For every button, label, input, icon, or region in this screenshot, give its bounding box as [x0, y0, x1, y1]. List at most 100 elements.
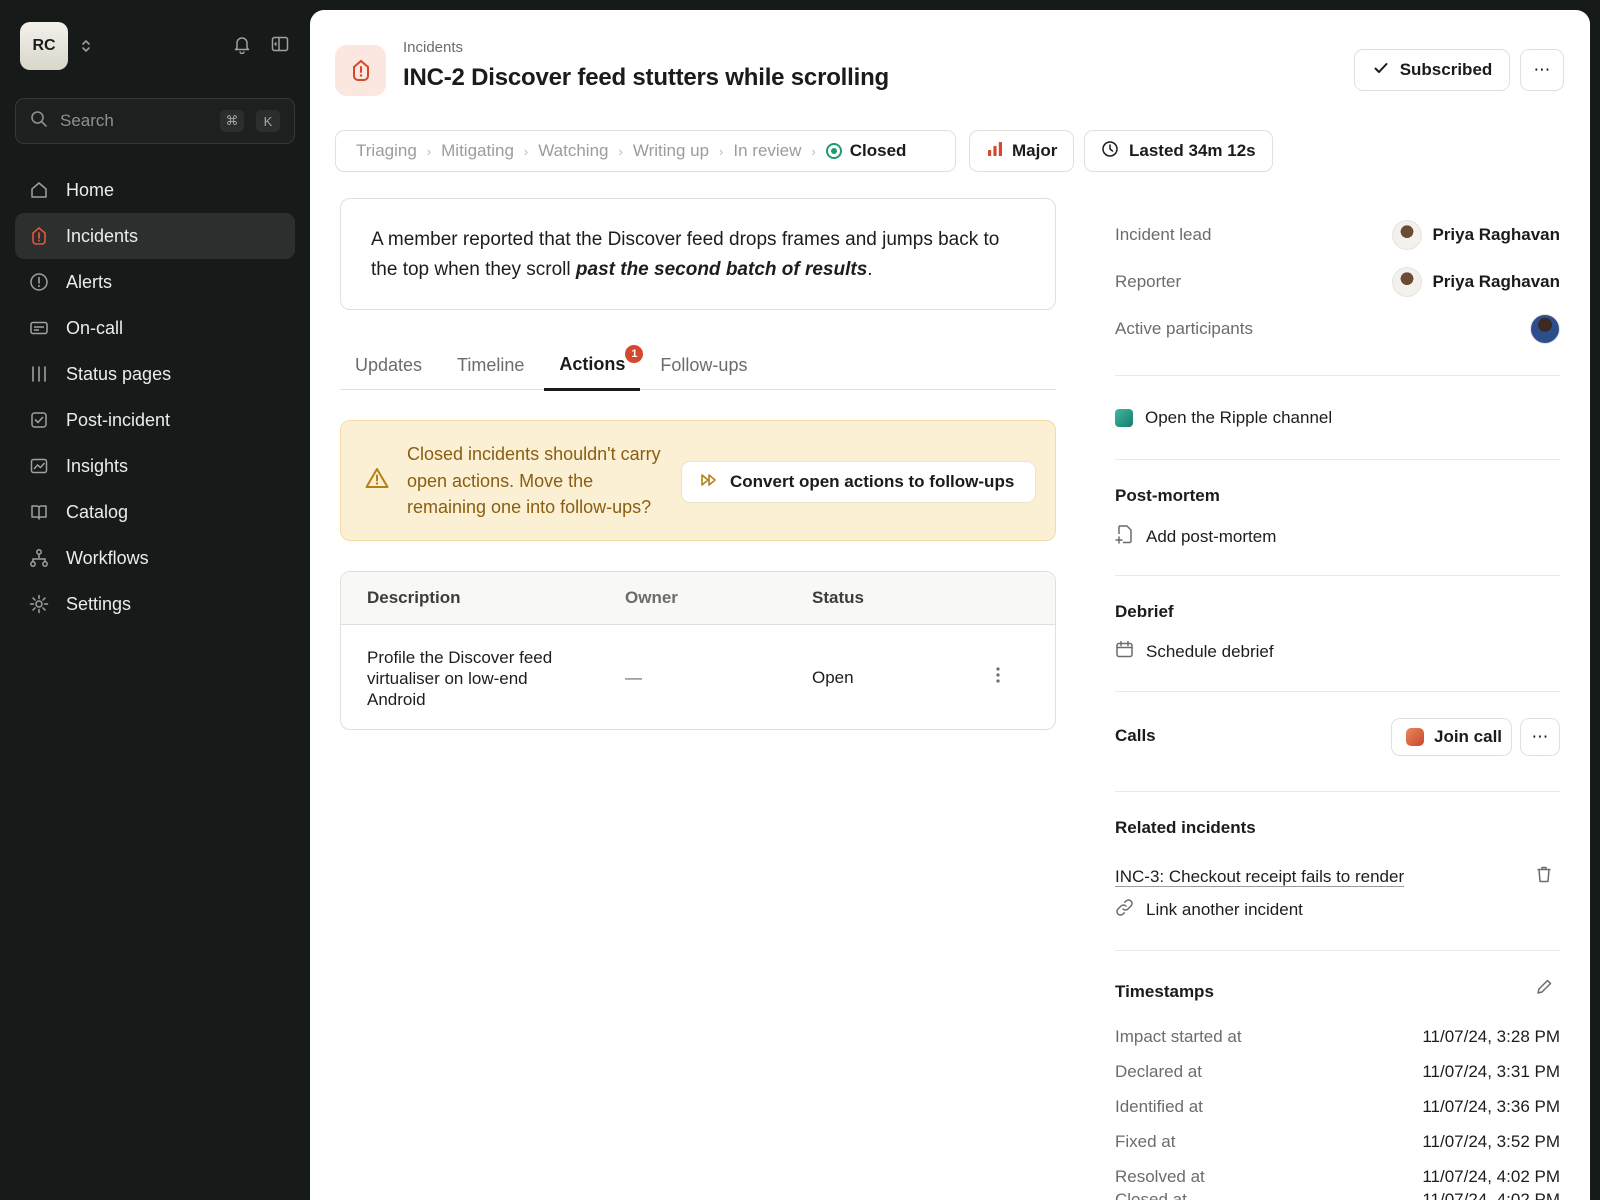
sidebar-item-workflows[interactable]: Workflows [15, 535, 295, 581]
link-label: Open the Ripple channel [1145, 408, 1333, 427]
trash-icon[interactable] [1535, 865, 1553, 889]
avatar [1530, 314, 1560, 344]
incident-icon [28, 225, 50, 247]
more-icon: ⋯ [1533, 60, 1551, 79]
related-incident-link[interactable]: INC-3: Checkout receipt fails to render [1115, 867, 1404, 887]
subscribed-button[interactable]: Subscribed [1354, 49, 1510, 91]
timestamp-label: Resolved at [1115, 1167, 1205, 1186]
search-input[interactable]: Search ⌘ K [15, 98, 295, 144]
more-options-button[interactable]: ⋯ [1520, 49, 1564, 91]
status-step-label: Triaging [356, 141, 417, 160]
incident-lead-value[interactable]: Priya Raghavan [1392, 220, 1560, 250]
divider [1115, 950, 1560, 951]
pencil-icon[interactable] [1535, 978, 1553, 1001]
warning-icon [365, 467, 389, 494]
timestamp-value: 11/07/24, 4:02 PM [1422, 1190, 1560, 1200]
org-avatar[interactable]: RC [20, 22, 68, 70]
timestamp-label: Impact started at [1115, 1027, 1242, 1046]
tab-follow-ups[interactable]: Follow-ups [645, 340, 762, 390]
row-menu-icon[interactable] [995, 665, 1001, 690]
sidebar-item-label: Home [66, 179, 115, 200]
tab-updates[interactable]: Updates [340, 340, 437, 390]
checkbox-icon [28, 409, 50, 431]
status-step-watching[interactable]: Watching › [538, 141, 633, 161]
status-step-mitigating[interactable]: Mitigating › [441, 141, 538, 161]
status-step-triaging[interactable]: Triaging › [356, 141, 441, 161]
sidebar-item-post-incident[interactable]: Post-incident [15, 397, 295, 443]
chevron-right-icon: › [618, 143, 623, 159]
sidebar-item-alerts[interactable]: Alerts [15, 259, 295, 305]
sidebar-item-label: On-call [66, 317, 124, 338]
timestamp-row[interactable]: Declared at 11/07/24, 3:31 PM [1115, 1062, 1560, 1082]
severity-button[interactable]: Major [969, 130, 1075, 172]
status-bars-icon [28, 363, 50, 385]
sidebar-item-home[interactable]: Home [15, 167, 295, 213]
shortcut-key-cmd: ⌘ [220, 110, 244, 132]
status-closed-icon [825, 143, 842, 159]
duration-button[interactable]: Lasted 34m 12s [1084, 130, 1273, 172]
reporter-value[interactable]: Priya Raghavan [1392, 267, 1560, 297]
calls-more-button[interactable]: ⋯ [1520, 718, 1560, 756]
sidebar-item-insights[interactable]: Insights [15, 443, 295, 489]
subscribed-label: Subscribed [1399, 60, 1493, 79]
timestamp-row[interactable]: Resolved at 11/07/24, 4:02 PM [1115, 1167, 1560, 1187]
schedule-debrief-button[interactable]: Schedule debrief [1115, 640, 1274, 664]
sidebar-item-settings[interactable]: Settings [15, 581, 295, 627]
participants-value[interactable] [1530, 314, 1560, 344]
breadcrumb[interactable]: Incidents [403, 39, 463, 56]
convert-label: Convert open actions to follow-ups [730, 472, 1015, 491]
tab-actions[interactable]: Actions 1 [544, 340, 644, 391]
calls-heading: Calls [1115, 726, 1156, 745]
sidebar-item-label: Alerts [66, 271, 113, 292]
incident-summary[interactable]: A member reported that the Discover feed… [340, 198, 1056, 310]
timestamp-row[interactable]: Impact started at 11/07/24, 3:28 PM [1115, 1027, 1560, 1047]
status-step-closed[interactable]: Closed [825, 141, 906, 161]
sidebar-item-label: Insights [66, 455, 129, 476]
action-owner[interactable]: — [625, 668, 642, 688]
gear-icon [28, 593, 50, 615]
reporter-row: Reporter Priya Raghavan [1115, 265, 1560, 299]
chart-icon [28, 455, 50, 477]
actions-table: Description Owner Status Profile the Dis… [340, 571, 1056, 730]
collapse-sidebar-icon[interactable] [270, 34, 290, 59]
sidebar-item-catalog[interactable]: Catalog [15, 489, 295, 535]
timestamp-row[interactable]: Fixed at 11/07/24, 3:52 PM [1115, 1132, 1560, 1152]
timestamp-row[interactable]: Closed at 11/07/24, 4:02 PM [1115, 1190, 1560, 1200]
timestamp-label: Closed at [1115, 1190, 1187, 1200]
link-label: Add post-mortem [1146, 526, 1277, 546]
column-header-owner: Owner [625, 588, 678, 607]
org-switcher-icon[interactable] [80, 38, 92, 54]
main-panel: Incidents INC-2 Discover feed stutters w… [310, 10, 1590, 1200]
sidebar-item-label: Post-incident [66, 409, 171, 430]
sidebar-item-status-pages[interactable]: Status pages [15, 351, 295, 397]
convert-to-follow-ups-button[interactable]: Convert open actions to follow-ups [681, 461, 1036, 503]
sidebar-item-incidents[interactable]: Incidents [15, 213, 295, 259]
bell-icon[interactable] [232, 34, 252, 59]
participants-row: Active participants [1115, 312, 1560, 346]
status-step-label: In review [733, 141, 802, 160]
status-step-writing-up[interactable]: Writing up › [633, 141, 734, 161]
avatar [1392, 220, 1423, 250]
tab-label: Follow-ups [660, 354, 748, 375]
join-call-button[interactable]: Join call [1391, 718, 1512, 756]
sidebar-nav: Home Incidents Alerts On-call Status pag… [15, 167, 295, 627]
timestamp-value: 11/07/24, 3:36 PM [1422, 1097, 1560, 1116]
timestamp-row[interactable]: Identified at 11/07/24, 3:36 PM [1115, 1097, 1560, 1117]
sidebar-item-label: Incidents [66, 225, 139, 246]
link-label: Schedule debrief [1146, 642, 1274, 661]
action-status[interactable]: Open [812, 668, 854, 688]
severity-label: Major [1012, 141, 1058, 160]
divider [1115, 791, 1560, 792]
open-channel-link[interactable]: Open the Ripple channel [1115, 408, 1332, 428]
person-name: Priya Raghavan [1432, 225, 1560, 244]
post-mortem-heading: Post-mortem [1115, 486, 1220, 505]
status-step-in-review[interactable]: In review › [733, 141, 825, 161]
sidebar-item-on-call[interactable]: On-call [15, 305, 295, 351]
table-row[interactable]: Profile the Discover feed virtualiser on… [341, 625, 1055, 729]
add-post-mortem-button[interactable]: Add post-mortem [1115, 524, 1276, 549]
person-name: Priya Raghavan [1432, 272, 1560, 291]
link-label: Link another incident [1146, 900, 1303, 919]
org-row: RC [20, 22, 290, 70]
link-another-incident-button[interactable]: Link another incident [1115, 898, 1303, 922]
tab-timeline[interactable]: Timeline [442, 340, 539, 390]
